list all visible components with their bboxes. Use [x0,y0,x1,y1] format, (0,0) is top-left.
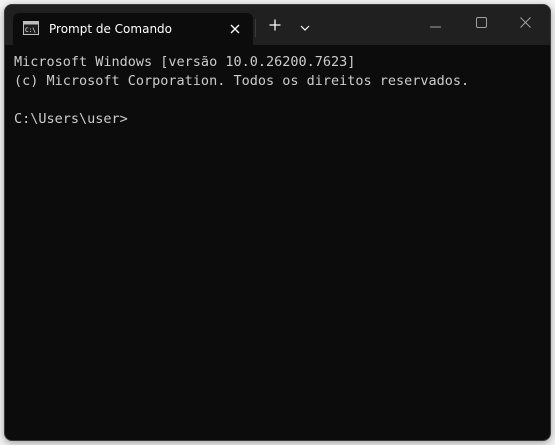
minimize-button[interactable] [417,11,453,37]
tab-prompt-de-comando[interactable]: C:\ Prompt de Comando [13,13,253,45]
command-input[interactable] [128,110,134,129]
output-line-version: Microsoft Windows [versão 10.0.26200.762… [14,54,356,70]
command-prompt-line[interactable]: C:\Users\user> [14,110,544,129]
plus-icon [269,18,281,36]
terminal-output[interactable]: Microsoft Windows [versão 10.0.26200.762… [14,53,544,129]
new-tab-button[interactable] [263,17,287,37]
chevron-down-icon [300,18,310,36]
minimize-icon [429,15,441,33]
close-button[interactable] [507,11,543,37]
close-icon [519,15,531,33]
terminal-window: C:\ Prompt de Comando Microsoft Windows … [4,4,551,441]
maximize-icon [475,15,487,33]
tab-close-icon[interactable] [225,19,245,39]
tab-separator [255,19,256,37]
prompt-text: C:\Users\user> [14,111,128,127]
output-line-blank [14,91,544,110]
cmd-icon: C:\ [23,21,39,35]
tab-dropdown-button[interactable] [293,17,317,37]
maximize-button[interactable] [463,11,499,37]
output-line-copyright: (c) Microsoft Corporation. Todos os dire… [14,73,470,89]
title-bar[interactable]: C:\ Prompt de Comando [5,5,550,45]
tab-title: Prompt de Comando [49,22,173,36]
svg-text:C:\: C:\ [25,27,36,34]
